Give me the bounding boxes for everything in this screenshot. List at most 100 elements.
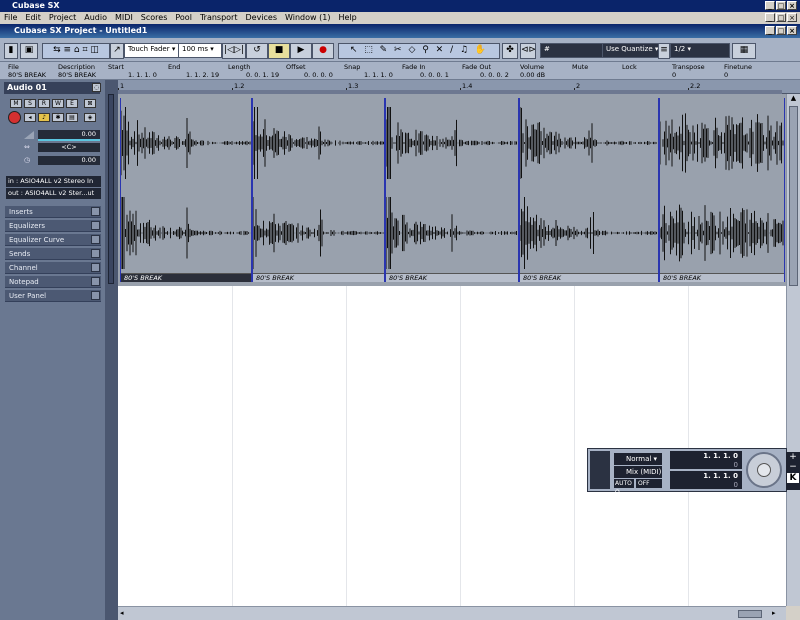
tool-palette[interactable]: ↖ ⬚ ✎ ✂ ◇ ⚲ ✕ / ♫ ✋ [338,43,500,59]
menu-help[interactable]: Help [334,12,360,24]
menu-edit[interactable]: Edit [21,12,45,24]
write-automation-button[interactable]: W [52,99,64,108]
project-minimize-button[interactable]: _ [765,26,775,35]
close-button[interactable]: × [787,1,797,10]
section-equalizer-curve[interactable]: Equalizer Curve [5,234,101,246]
record-enable-button[interactable] [8,111,21,124]
menu-transport[interactable]: Transport [196,12,242,24]
menu-scores[interactable]: Scores [137,12,172,24]
read-automation-button[interactable]: R [38,99,50,108]
color-palette-icon[interactable]: ▦ [732,43,756,59]
info-value-end[interactable]: 1. 1. 2. 19 [186,71,219,79]
track-name[interactable]: Audio 01 [4,82,100,94]
info-value-length[interactable]: 0. 0. 1. 19 [246,71,279,79]
info-value-start[interactable]: 1. 1. 1. 0 [128,71,157,79]
audio-event[interactable]: 80'S BREAK [659,98,785,282]
menu-midi[interactable]: MIDI [111,12,137,24]
section-channel[interactable]: Channel [5,262,101,274]
input-routing-select[interactable]: in : ASIO4ALL v2 Stereo In [6,176,101,187]
info-value-file[interactable]: 80'S BREAK [8,71,46,79]
play-button[interactable]: ▶ [290,43,312,59]
mute-button[interactable]: M [10,99,22,108]
section-equalizers[interactable]: Equalizers [5,220,101,232]
info-value-finetune[interactable]: 0 [724,71,728,79]
menu-file[interactable]: File [0,12,21,24]
timeline-ruler[interactable]: 1 1.2 1.3 1.4 2 2.2 [118,80,800,94]
time-base-icon[interactable]: ◈ [84,113,96,122]
info-value-description[interactable]: 80'S BREAK [58,71,96,79]
vertical-scrollbar[interactable]: ▲ [786,94,800,606]
volume-slider[interactable]: 0.00 [38,130,100,139]
maximize-button[interactable]: □ [776,1,786,10]
info-value-transpose[interactable]: 0 [672,71,676,79]
lanes-button[interactable]: ▤ [66,113,78,122]
vertical-scroll-thumb[interactable] [789,106,798,286]
project-maximize-button[interactable]: □ [776,26,786,35]
minimize-button[interactable]: _ [765,1,775,10]
cycle-mode-select[interactable]: Mix (MIDI) ▾ [614,466,662,488]
monitor-button[interactable]: ◂ [24,113,36,122]
jog-shuttle-wheel[interactable] [746,452,782,488]
edit-channel-button[interactable]: E [66,99,78,108]
view-options-icon[interactable]: ⇆ ≡ ⌂ ⌗ ◫ [42,43,110,59]
left-locator-display[interactable]: 1. 1. 1. 0 0 [670,451,742,469]
track-tool-icon[interactable]: ⊠ [84,99,96,108]
quantize-select[interactable]: 1/2 ▾ [670,43,730,58]
audio-event[interactable]: 80'S BREAK [385,98,519,282]
delay-slider[interactable]: 0.00 [38,156,100,165]
doc-minimize-button[interactable]: _ [765,13,775,22]
plus-icon[interactable]: + [786,452,800,462]
menu-devices[interactable]: Devices [241,12,281,24]
rewind-to-start-button[interactable]: |◁▷| [222,43,246,59]
empty-track-area[interactable] [118,286,786,606]
info-value-fade-in[interactable]: 0. 0. 0. 1 [420,71,449,79]
auto-quantize-value[interactable]: OFF [636,479,662,488]
lock-icon[interactable]: ♪ [38,113,50,122]
horizontal-scrollbar[interactable]: ◂ ▸ [118,606,786,620]
freeze-button[interactable]: ✱ [52,113,64,122]
automation-mode-select[interactable]: Touch Fader ▾ [124,43,184,58]
section-notepad[interactable]: Notepad [5,276,101,288]
doc-maximize-button[interactable]: □ [776,13,786,22]
doc-close-button[interactable]: × [787,13,797,22]
audio-event[interactable]: 80'S BREAK [252,98,385,282]
audio-event[interactable]: 80'S BREAK [120,98,252,282]
record-mode-select[interactable]: Normal ▾ [614,453,662,465]
menu-pool[interactable]: Pool [171,12,196,24]
record-button[interactable]: ● [312,43,334,59]
info-value-snap[interactable]: 1. 1. 1. 0 [364,71,393,79]
click-icon[interactable]: K [787,473,799,483]
inspector-toggle-button[interactable]: ▣ [20,43,38,59]
audio-track-lane[interactable]: 80'S BREAK 80'S BREAK 80'S BREAK 80'S BR… [118,94,786,286]
menu-project[interactable]: Project [45,12,80,24]
output-routing-select[interactable]: out : ASIO4ALL v2 Ster...ut [6,188,101,199]
grid-select[interactable]: # [540,43,606,58]
scroll-up-icon[interactable]: ▲ [788,94,799,104]
auto-quantize-label[interactable]: AUTO Q [614,479,634,496]
activate-project-button[interactable]: ▮ [4,43,18,59]
transport-side-panel[interactable]: + − K [786,452,800,490]
section-sends[interactable]: Sends [5,248,101,260]
right-locator-display[interactable]: 1. 1. 1. 0 0 [670,471,742,489]
scroll-left-icon[interactable]: ◂ [120,609,130,618]
solo-button[interactable]: S [24,99,36,108]
audio-event[interactable]: 80'S BREAK [519,98,659,282]
project-close-button[interactable]: × [787,26,797,35]
menu-audio[interactable]: Audio [80,12,111,24]
autoscroll-icon[interactable]: ⊲⊳ [520,43,536,59]
jog-center[interactable] [757,463,771,477]
track-list-strip[interactable] [105,80,118,620]
info-value-fade-out[interactable]: 0. 0. 0. 2 [480,71,509,79]
zoom-slider[interactable] [738,610,762,618]
stop-button[interactable]: ■ [268,43,290,59]
scroll-right-icon[interactable]: ▸ [772,609,782,618]
cycle-button[interactable]: ↺ [246,43,268,59]
inspector-settings-icon[interactable]: ◌ [92,83,101,92]
info-value-volume[interactable]: 0.00 dB [520,71,545,79]
color-tool-icon[interactable]: ✤ [502,43,518,59]
section-inserts[interactable]: Inserts [5,206,101,218]
transport-panel[interactable]: Normal ▾ Mix (MIDI) ▾ AUTO Q OFF 1. 1. 1… [587,448,787,496]
info-value-offset[interactable]: 0. 0. 0. 0 [304,71,333,79]
snap-mode-select[interactable]: Use Quantize ▾ [602,43,664,58]
nudge-select[interactable]: 100 ms ▾ [178,43,222,58]
